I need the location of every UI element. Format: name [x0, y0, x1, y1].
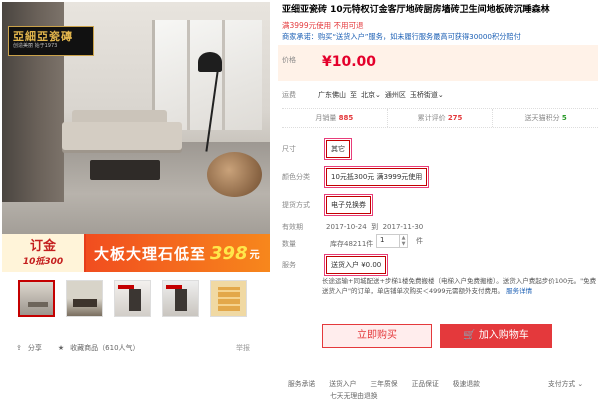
brand-logo-name: 亞細亞瓷磚: [13, 30, 73, 43]
delivery-street: 玉桥街道: [409, 91, 438, 99]
quantity-stepper[interactable]: 1 ▲ ▼ 件: [376, 234, 423, 248]
brand-logo-sub: 创造美丽 始于1973: [13, 43, 58, 49]
service-description: 长途运输+同城配送+步梯1楼免费搬楼（电梯入户免费搬楼）。送货入户费起步价100…: [322, 276, 598, 296]
promise-link[interactable]: 极速退款: [453, 378, 480, 388]
promo-unit: 元: [249, 249, 260, 261]
validity-dates: 2017-10-24 到 2017-11-30: [326, 223, 424, 231]
service-description-text: 长途运输+同城配送+步梯1楼免费搬楼（电梯入户免费搬楼）。送货入户费起步价100…: [322, 277, 597, 295]
thumbnail-2[interactable]: [66, 280, 103, 317]
chevron-down-icon: ⌄: [577, 380, 584, 388]
quantity-input[interactable]: 1: [376, 234, 400, 248]
color-option[interactable]: 10元抵300元 满3999元使用: [323, 166, 430, 188]
pay-methods-dropdown[interactable]: 支付方式 ⌄: [548, 378, 583, 388]
sofa-graphic: [62, 122, 182, 150]
delivery-from: 广东佛山: [318, 91, 346, 99]
thumbnail-5[interactable]: [210, 280, 247, 317]
cart-icon: 🛒: [463, 330, 476, 341]
brand-logo: 亞細亞瓷磚 创造美丽 始于1973: [8, 26, 94, 56]
delivery-to-word: 至: [350, 91, 357, 99]
promise-link[interactable]: 服务承诺: [288, 378, 315, 388]
quantity-label: 数量: [282, 240, 296, 248]
thumbnail-strip: [18, 280, 247, 317]
stat-points: 送天猫积分 5: [493, 109, 598, 127]
delivery-street-select[interactable]: 玉桥街道⌄: [410, 90, 444, 100]
thumbnail-3[interactable]: [114, 280, 151, 317]
favorite-link[interactable]: 收藏商品（610人气）: [70, 343, 139, 353]
price-value: ¥10.00: [322, 54, 377, 70]
validity-label: 有效期: [282, 223, 303, 231]
service-promises: 服务承诺 送货入户 三年质保 正品保证 极速退款: [288, 378, 480, 388]
promise-link-return[interactable]: 七天无理由退换: [330, 390, 378, 400]
chevron-down-icon[interactable]: ▼: [402, 241, 406, 247]
service-label: 服务: [282, 261, 296, 269]
stats-bar: 月销量 885 累计评价 275 送天猫积分 5: [282, 108, 598, 128]
quantity-unit: 件: [416, 237, 423, 245]
product-subtitle: 满3999元使用 不用可退: [282, 21, 364, 30]
promo-offer: 大板大理石低至 398 元: [86, 234, 270, 272]
chevron-down-icon: ⌄: [437, 91, 444, 99]
stock-text: 库存48211件: [330, 240, 374, 248]
product-title: 亚细亚瓷砖 10元特权订金客厅地砖厨房墙砖卫生间地板砖沉睡森林: [282, 5, 550, 15]
buy-now-button[interactable]: 立即购买: [322, 324, 432, 348]
promo-deposit: 订金 10抵300: [2, 234, 86, 272]
service-details-link[interactable]: 服务详情: [506, 287, 532, 295]
coffee-table-graphic: [90, 160, 160, 180]
window-frame: [222, 20, 225, 130]
stat-reviews-label: 累计评价: [417, 114, 446, 122]
service-option[interactable]: 送货入户 ¥0.00: [323, 254, 389, 276]
delivery-city-select[interactable]: 北京⌄: [361, 90, 381, 100]
stat-points-label: 送天猫积分: [524, 114, 560, 122]
add-to-cart-button[interactable]: 🛒 加入购物车: [440, 324, 552, 348]
stat-reviews-value: 275: [447, 114, 463, 122]
delivery-address: 广东佛山 至 北京⌄ 通州区 玉桥街道⌄: [318, 90, 444, 100]
promo-price: 398: [210, 242, 248, 264]
promo-banner[interactable]: 订金 10抵300 大板大理石低至 398 元: [2, 234, 270, 272]
product-main-image[interactable]: 亞細亞瓷磚 创造美丽 始于1973: [2, 2, 270, 272]
promo-line1: 订金: [29, 238, 56, 254]
promise-link[interactable]: 正品保证: [412, 378, 439, 388]
promo-line2: 10抵300: [22, 256, 64, 267]
delivery-label: 运费: [282, 91, 296, 99]
size-option[interactable]: 其它: [324, 138, 352, 160]
delivery-district: 通州区: [384, 91, 406, 99]
pickup-option[interactable]: 电子兑换券: [324, 194, 373, 216]
share-link[interactable]: 分享: [28, 343, 42, 353]
item-meta: ⇪ 分享 ★ 收藏商品（610人气）: [16, 343, 140, 353]
stat-sales: 月销量 885: [282, 109, 388, 127]
window-graphic: [152, 20, 262, 130]
pay-methods-label: 支付方式: [548, 380, 576, 388]
lamp-graphic: [198, 52, 222, 72]
promise-link[interactable]: 三年质保: [370, 378, 397, 388]
star-icon: ★: [57, 344, 65, 352]
price-label: 价格: [282, 56, 296, 64]
share-icon: ⇪: [16, 344, 22, 352]
thumbnail-1[interactable]: [18, 280, 55, 317]
add-to-cart-label: 加入购物车: [478, 330, 529, 341]
promise-link[interactable]: 送货入户: [329, 378, 356, 388]
color-label: 颜色分类: [282, 173, 310, 181]
merchant-promise[interactable]: 商家承诺：购买“送货入户”服务，如未履行服务最高可获得30000积分赔付: [282, 32, 598, 42]
promo-text: 大板大理石低至: [94, 244, 207, 263]
stepper-arrows[interactable]: ▲ ▼: [400, 234, 408, 248]
stat-sales-label: 月销量: [315, 114, 337, 122]
stat-points-value: 5: [561, 114, 567, 122]
delivery-city: 北京: [361, 91, 375, 99]
stat-reviews[interactable]: 累计评价 275: [388, 109, 494, 127]
pickup-label: 提货方式: [282, 201, 310, 209]
thumbnail-4[interactable]: [162, 280, 199, 317]
ottoman-graphic: [207, 152, 262, 197]
stat-sales-value: 885: [338, 114, 354, 122]
size-label: 尺寸: [282, 145, 296, 153]
delivery-district-select[interactable]: 通州区: [385, 90, 406, 100]
report-link[interactable]: 举报: [236, 343, 250, 353]
window-frame: [187, 20, 190, 130]
chevron-down-icon: ⌄: [375, 91, 381, 99]
